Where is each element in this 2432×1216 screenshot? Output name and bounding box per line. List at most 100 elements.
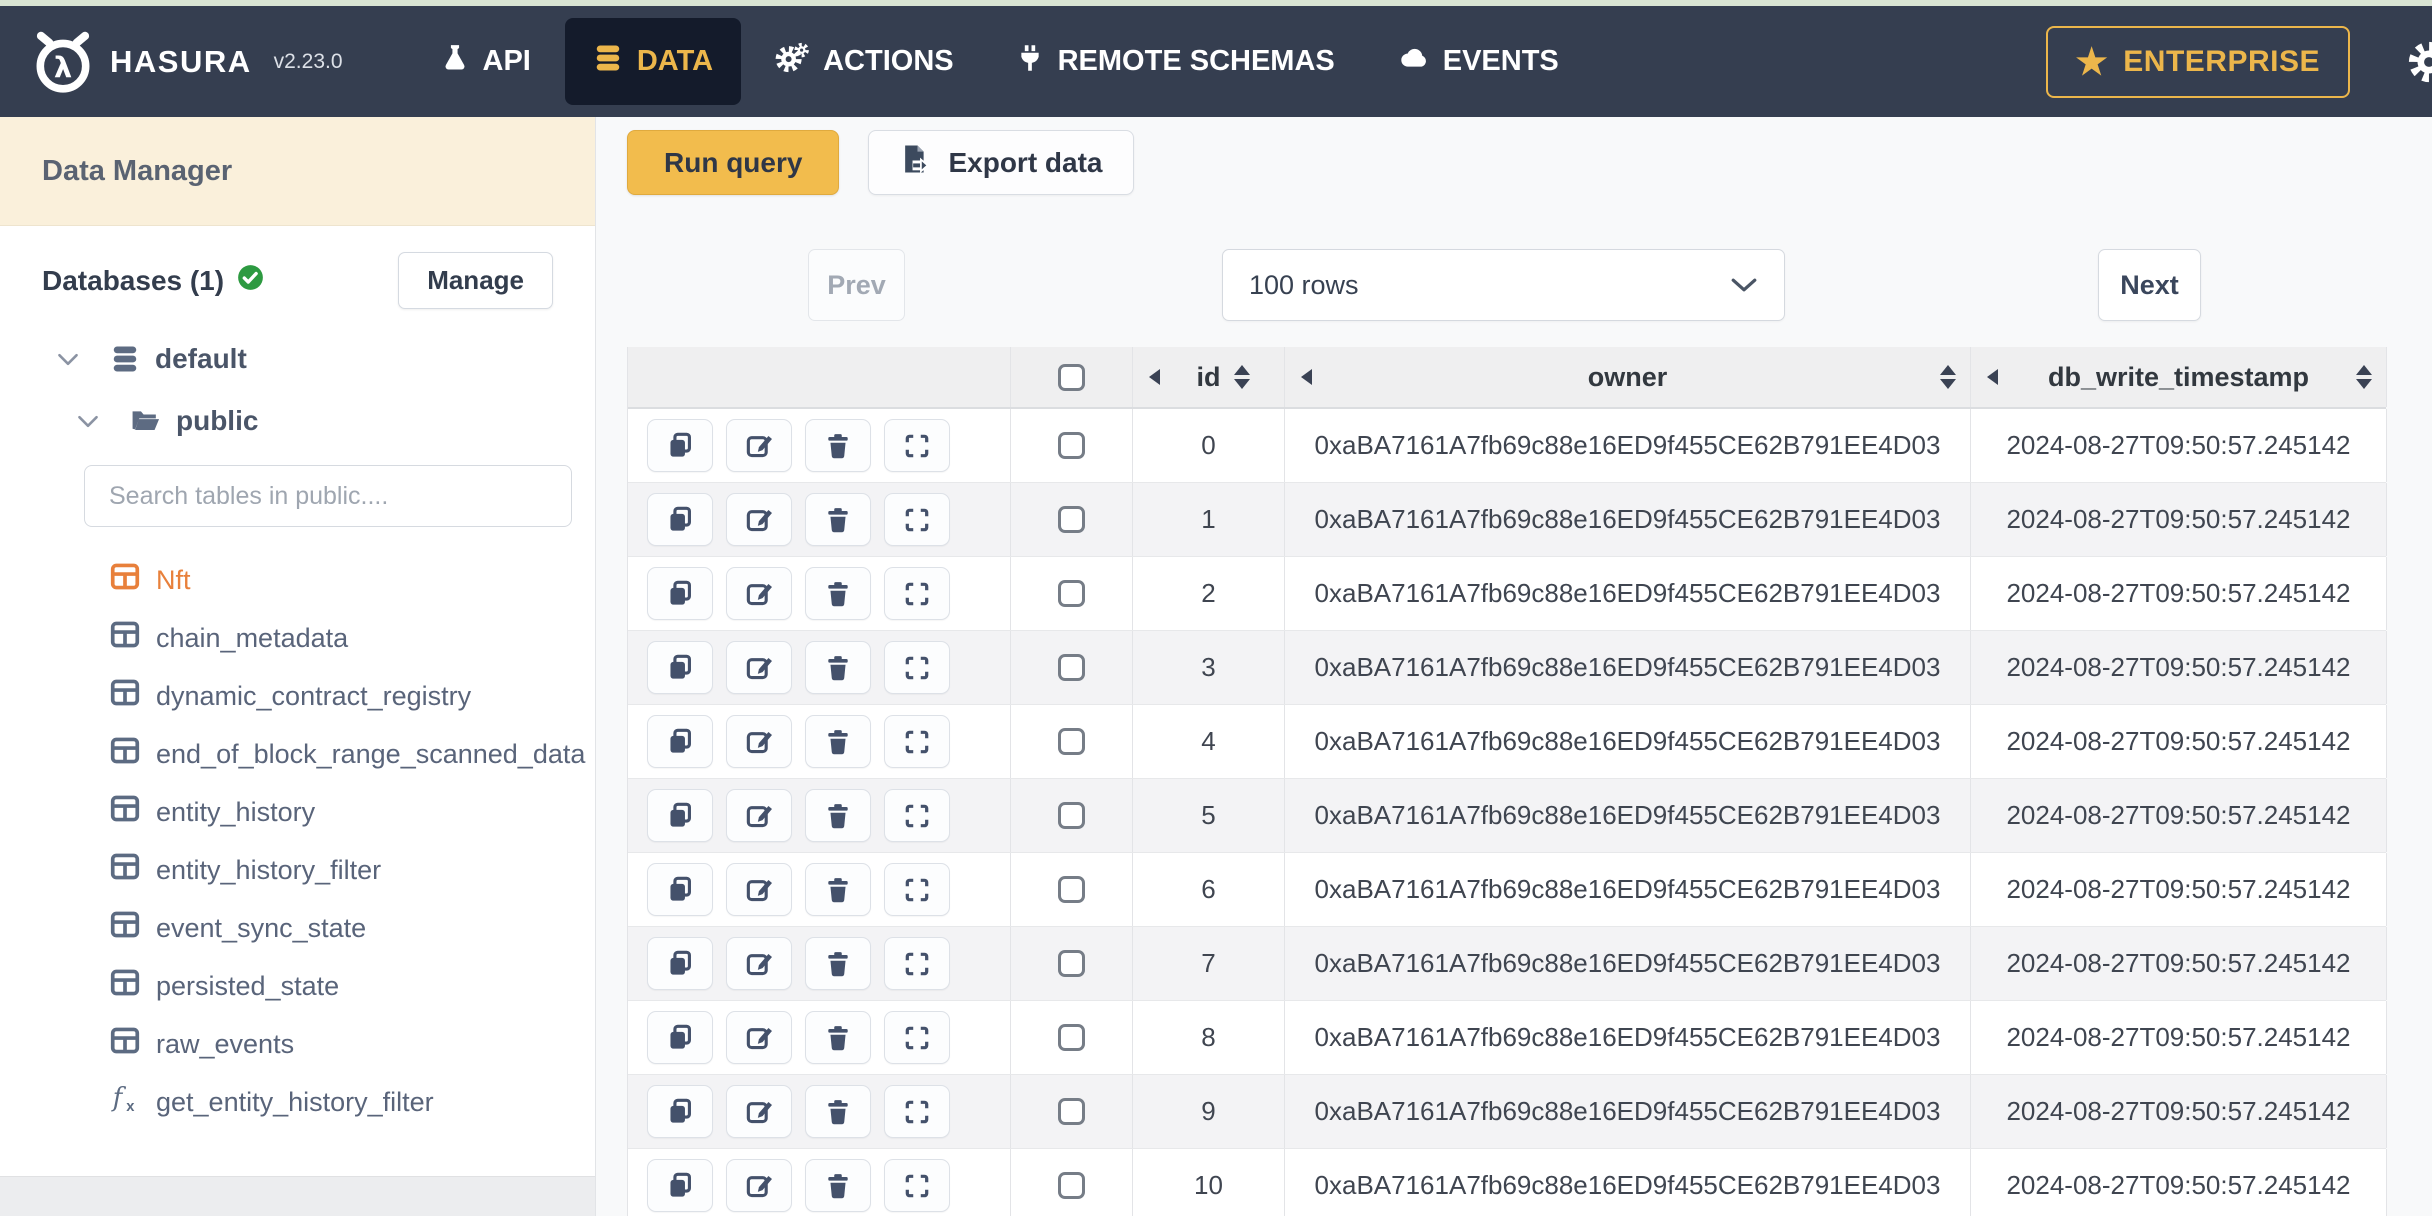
expand-row-button[interactable] xyxy=(884,1085,950,1138)
edit-row-button[interactable] xyxy=(726,715,792,768)
row-timestamp-cell: 2024-08-27T09:50:57.245142 xyxy=(1971,705,2387,778)
sidebar-table-raw-events[interactable]: raw_events xyxy=(110,1015,595,1073)
row-checkbox[interactable] xyxy=(1058,728,1085,755)
expand-row-button[interactable] xyxy=(884,1011,950,1064)
sort-icon[interactable] xyxy=(1940,365,1956,389)
run-query-button[interactable]: Run query xyxy=(627,130,840,195)
tree-node-database-default[interactable]: default xyxy=(56,343,595,375)
prev-page-button[interactable]: Prev xyxy=(808,249,905,321)
expand-row-button[interactable] xyxy=(884,493,950,546)
expand-row-button[interactable] xyxy=(884,789,950,842)
clone-row-button[interactable] xyxy=(647,1011,713,1064)
nav-tab-api[interactable]: API xyxy=(413,18,559,105)
sidebar-table-dynamic-contract-registry[interactable]: dynamic_contract_registry xyxy=(110,667,595,725)
row-checkbox[interactable] xyxy=(1058,1098,1085,1125)
sidebar-table-chain-metadata[interactable]: chain_metadata xyxy=(110,609,595,667)
row-checkbox[interactable] xyxy=(1058,432,1085,459)
edit-row-button[interactable] xyxy=(726,1011,792,1064)
collapse-column-icon[interactable] xyxy=(1301,369,1312,385)
clone-row-button[interactable] xyxy=(647,567,713,620)
column-header-id[interactable]: id xyxy=(1133,347,1285,407)
table-header-row: id owner db_write_timestamp xyxy=(628,347,2387,409)
row-checkbox[interactable] xyxy=(1058,876,1085,903)
select-all-checkbox[interactable] xyxy=(1058,363,1085,391)
sort-icon[interactable] xyxy=(1234,365,1250,389)
chevron-down-icon[interactable] xyxy=(56,352,80,367)
enterprise-button[interactable]: ★ ENTERPRISE xyxy=(2045,25,2350,98)
clone-row-button[interactable] xyxy=(647,1159,713,1212)
row-checkbox[interactable] xyxy=(1058,802,1085,829)
delete-row-button[interactable] xyxy=(805,863,871,916)
edit-row-button[interactable] xyxy=(726,641,792,694)
nav-tab-remote-schemas[interactable]: REMOTE SCHEMAS xyxy=(988,18,1363,105)
sidebar-table-end-of-block-range-scanned-data[interactable]: end_of_block_range_scanned_data xyxy=(110,725,595,783)
delete-row-button[interactable] xyxy=(805,1085,871,1138)
delete-row-button[interactable] xyxy=(805,493,871,546)
column-header-db-write-timestamp[interactable]: db_write_timestamp xyxy=(1971,347,2387,407)
delete-row-button[interactable] xyxy=(805,937,871,990)
edit-row-button[interactable] xyxy=(726,789,792,842)
row-checkbox[interactable] xyxy=(1058,1172,1085,1199)
search-tables-input[interactable] xyxy=(84,465,572,527)
clone-row-button[interactable] xyxy=(647,1085,713,1138)
delete-row-button[interactable] xyxy=(805,419,871,472)
chevron-down-icon[interactable] xyxy=(76,414,100,429)
sidebar-table-persisted-state[interactable]: persisted_state xyxy=(110,957,595,1015)
edit-row-button[interactable] xyxy=(726,419,792,472)
row-select-cell xyxy=(1011,1075,1133,1148)
expand-row-button[interactable] xyxy=(884,937,950,990)
expand-row-button[interactable] xyxy=(884,1159,950,1212)
next-page-button[interactable]: Next xyxy=(2098,249,2201,321)
edit-row-button[interactable] xyxy=(726,1085,792,1138)
sidebar-table-entity-history[interactable]: entity_history xyxy=(110,783,595,841)
clone-row-button[interactable] xyxy=(647,715,713,768)
sidebar-table-entity-history-filter[interactable]: entity_history_filter xyxy=(110,841,595,899)
delete-row-button[interactable] xyxy=(805,1011,871,1064)
row-timestamp-cell: 2024-08-27T09:50:57.245142 xyxy=(1971,927,2387,1000)
rows-per-page-select[interactable]: 100 rows xyxy=(1222,249,1785,321)
export-data-button[interactable]: Export data xyxy=(868,130,1134,195)
row-checkbox[interactable] xyxy=(1058,506,1085,533)
clone-row-button[interactable] xyxy=(647,863,713,916)
edit-row-button[interactable] xyxy=(726,493,792,546)
nav-tab-actions[interactable]: ACTIONS xyxy=(747,18,982,105)
row-checkbox[interactable] xyxy=(1058,654,1085,681)
edit-row-button[interactable] xyxy=(726,863,792,916)
row-checkbox[interactable] xyxy=(1058,1024,1085,1051)
sidebar-table-event-sync-state[interactable]: event_sync_state xyxy=(110,899,595,957)
tree-node-schema-public[interactable]: public xyxy=(76,405,595,437)
nav-tab-label: ACTIONS xyxy=(823,45,954,77)
hasura-logo-icon[interactable]: λ xyxy=(30,29,96,95)
sidebar-function-get-entity-history-filter[interactable]: fx get_entity_history_filter xyxy=(110,1073,595,1131)
expand-row-button[interactable] xyxy=(884,863,950,916)
column-header-owner[interactable]: owner xyxy=(1285,347,1971,407)
delete-row-button[interactable] xyxy=(805,789,871,842)
sort-icon[interactable] xyxy=(2356,365,2372,389)
clone-row-button[interactable] xyxy=(647,937,713,990)
expand-row-button[interactable] xyxy=(884,641,950,694)
row-checkbox[interactable] xyxy=(1058,580,1085,607)
clone-row-button[interactable] xyxy=(647,789,713,842)
expand-row-button[interactable] xyxy=(884,567,950,620)
sidebar-table-nft[interactable]: Nft xyxy=(110,551,595,609)
nav-tab-events[interactable]: EVENTS xyxy=(1369,18,1587,105)
edit-row-button[interactable] xyxy=(726,567,792,620)
delete-row-button[interactable] xyxy=(805,1159,871,1212)
manage-button[interactable]: Manage xyxy=(398,252,553,309)
edit-row-button[interactable] xyxy=(726,937,792,990)
nav-tab-label: API xyxy=(482,45,531,77)
edit-row-button[interactable] xyxy=(726,1159,792,1212)
nav-tab-data[interactable]: DATA xyxy=(564,18,742,105)
expand-row-button[interactable] xyxy=(884,715,950,768)
collapse-column-icon[interactable] xyxy=(1149,369,1160,385)
expand-row-button[interactable] xyxy=(884,419,950,472)
settings-gear-icon[interactable] xyxy=(2406,39,2432,85)
collapse-column-icon[interactable] xyxy=(1987,369,1998,385)
clone-row-button[interactable] xyxy=(647,493,713,546)
delete-row-button[interactable] xyxy=(805,715,871,768)
clone-row-button[interactable] xyxy=(647,641,713,694)
clone-row-button[interactable] xyxy=(647,419,713,472)
delete-row-button[interactable] xyxy=(805,567,871,620)
delete-row-button[interactable] xyxy=(805,641,871,694)
row-checkbox[interactable] xyxy=(1058,950,1085,977)
